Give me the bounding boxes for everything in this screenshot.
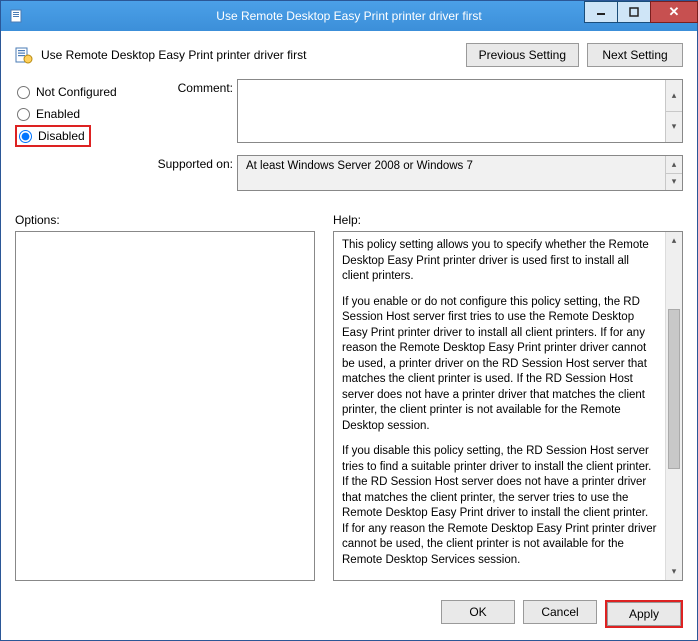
supported-on-box: At least Windows Server 2008 or Windows … <box>237 155 683 191</box>
scroll-up-icon[interactable]: ▴ <box>666 232 682 249</box>
help-text: This policy setting allows you to specif… <box>334 232 665 580</box>
scroll-down-icon[interactable]: ▾ <box>666 174 682 191</box>
scroll-up-icon[interactable]: ▴ <box>666 80 682 112</box>
options-pane <box>15 231 315 581</box>
radio-not-configured-input[interactable] <box>17 86 30 99</box>
comment-scroll[interactable]: ▴ ▾ <box>665 80 682 142</box>
help-paragraph: If you disable this policy setting, the … <box>342 444 657 568</box>
apply-button-highlight: Apply <box>605 600 683 628</box>
options-label: Options: <box>15 213 333 227</box>
cancel-button[interactable]: Cancel <box>523 600 597 624</box>
minimize-button[interactable] <box>584 1 618 23</box>
radio-disabled-input[interactable] <box>19 130 32 143</box>
policy-icon <box>15 46 33 64</box>
maximize-button[interactable] <box>617 1 651 23</box>
scroll-track[interactable] <box>666 249 682 563</box>
close-button[interactable]: ✕ <box>650 1 698 23</box>
radio-disabled[interactable]: Disabled <box>15 125 91 147</box>
scroll-down-icon[interactable]: ▾ <box>666 112 682 143</box>
help-paragraph: If you enable or do not configure this p… <box>342 295 657 435</box>
titlebar: Use Remote Desktop Easy Print printer dr… <box>1 1 697 31</box>
previous-setting-button[interactable]: Previous Setting <box>466 43 579 67</box>
scroll-up-icon[interactable]: ▴ <box>666 156 682 174</box>
supported-scroll[interactable]: ▴ ▾ <box>665 156 682 190</box>
next-setting-button[interactable]: Next Setting <box>587 43 683 67</box>
radio-not-configured[interactable]: Not Configured <box>15 81 155 103</box>
help-pane: This policy setting allows you to specif… <box>333 231 683 581</box>
ok-button[interactable]: OK <box>441 600 515 624</box>
scroll-down-icon[interactable]: ▾ <box>666 563 682 580</box>
supported-on-value: At least Windows Server 2008 or Windows … <box>246 160 473 172</box>
close-icon: ✕ <box>669 4 680 20</box>
radio-enabled-label: Enabled <box>36 107 80 121</box>
radio-disabled-label: Disabled <box>38 129 85 143</box>
help-label: Help: <box>333 213 361 227</box>
radio-enabled-input[interactable] <box>17 108 30 121</box>
comment-textarea[interactable]: ▴ ▾ <box>237 79 683 143</box>
radio-not-configured-label: Not Configured <box>36 85 117 99</box>
scroll-thumb[interactable] <box>668 309 680 469</box>
apply-button[interactable]: Apply <box>607 602 681 626</box>
policy-title: Use Remote Desktop Easy Print printer dr… <box>41 48 306 62</box>
comment-label: Comment: <box>155 79 237 143</box>
radio-enabled[interactable]: Enabled <box>15 103 155 125</box>
window-controls: ✕ <box>584 1 697 31</box>
footer: OK Cancel Apply <box>1 590 697 640</box>
help-paragraph: This policy setting allows you to specif… <box>342 238 657 285</box>
supported-label: Supported on: <box>155 155 237 191</box>
policy-window-icon <box>7 5 29 27</box>
header: Use Remote Desktop Easy Print printer dr… <box>1 31 697 73</box>
state-radios: Not Configured Enabled Disabled <box>15 79 155 203</box>
help-scrollbar[interactable]: ▴ ▾ <box>665 232 682 580</box>
